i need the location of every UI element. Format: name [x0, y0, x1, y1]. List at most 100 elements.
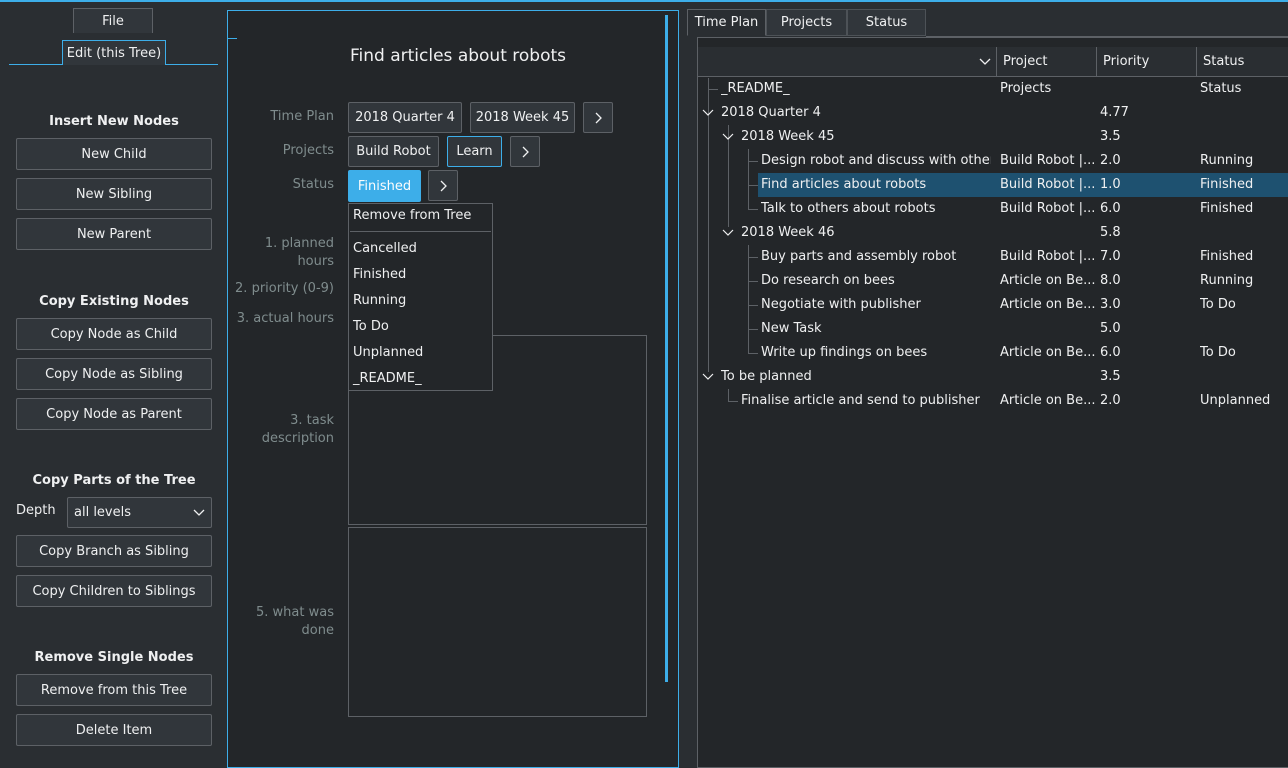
popup-item-unplanned[interactable]: Unplanned	[353, 345, 423, 360]
file-menu-tab[interactable]: File	[73, 8, 153, 33]
row-status: Finished	[1200, 201, 1254, 216]
tab-projects[interactable]: Projects	[766, 9, 847, 36]
chevron-right-icon	[595, 112, 602, 123]
row-priority: 2.0	[1100, 393, 1121, 408]
edit-tree-tab[interactable]: Edit (this Tree)	[62, 40, 166, 65]
tab-underline-right	[166, 64, 218, 65]
row-project: Build Robot |...	[1000, 249, 1095, 264]
tab-status[interactable]: Status	[847, 9, 926, 36]
remove-from-tree-button[interactable]: Remove from this Tree	[16, 674, 212, 706]
column-header-name[interactable]	[698, 47, 997, 77]
copy-children-to-siblings-button[interactable]: Copy Children to Siblings	[16, 575, 212, 607]
copy-parts-heading: Copy Parts of the Tree	[32, 473, 196, 488]
chevron-right-icon	[440, 180, 447, 191]
row-priority: 3.0	[1100, 297, 1121, 312]
row-project: Article on Be...	[1000, 345, 1095, 360]
chevron-down-icon[interactable]	[722, 227, 734, 239]
file-tab-label: File	[102, 13, 124, 29]
new-sibling-button[interactable]: New Sibling	[16, 178, 212, 210]
editor-scrollbar[interactable]	[665, 15, 668, 682]
tab-time-plan[interactable]: Time Plan	[687, 9, 766, 36]
tree-row[interactable]: _README_ Projects Status	[698, 77, 1288, 101]
project-chip-build-robot[interactable]: Build Robot	[348, 136, 439, 167]
tree-row[interactable]: 2018 Quarter 4 4.77	[698, 101, 1288, 125]
time-plan-chip-week[interactable]: 2018 Week 45	[470, 102, 575, 133]
tree-row-selected[interactable]: Find articles about robots Build Robot |…	[698, 173, 1288, 197]
copy-node-as-sibling-button[interactable]: Copy Node as Sibling	[16, 358, 212, 390]
time-plan-label: Time Plan	[270, 109, 334, 124]
popup-remove-from-tree[interactable]: Remove from Tree	[353, 208, 471, 223]
tree-row[interactable]: Do research on bees Article on Be... 8.0…	[698, 269, 1288, 293]
row-project: Article on Be...	[1000, 297, 1095, 312]
tree-row[interactable]: Write up findings on bees Article on Be.…	[698, 341, 1288, 365]
depth-select[interactable]: all levels	[67, 497, 212, 528]
projects-add-button[interactable]	[510, 136, 540, 167]
column-header-priority[interactable]: Priority	[1097, 47, 1197, 77]
time-plan-add-button[interactable]	[583, 102, 613, 133]
tree-row[interactable]: Negotiate with publisher Article on Be..…	[698, 293, 1288, 317]
popup-item-running[interactable]: Running	[353, 293, 406, 308]
column-header-status[interactable]: Status	[1197, 47, 1288, 77]
row-name: _README_	[721, 81, 790, 96]
what-was-done-label: 5. what was done	[256, 605, 334, 638]
new-parent-button[interactable]: New Parent	[16, 218, 212, 250]
column-header-project[interactable]: Project	[997, 47, 1097, 77]
tree-row[interactable]: 2018 Week 45 3.5	[698, 125, 1288, 149]
row-priority: 2.0	[1100, 153, 1121, 168]
chevron-down-icon	[193, 509, 205, 516]
row-project: Article on Be...	[1000, 273, 1095, 288]
row-status: To Do	[1200, 297, 1236, 312]
status-chip-finished[interactable]: Finished	[348, 170, 421, 202]
delete-item-button[interactable]: Delete Item	[16, 714, 212, 746]
popup-item-readme[interactable]: _README_	[353, 371, 422, 386]
tree-row[interactable]: Design robot and discuss with others Bui…	[698, 149, 1288, 173]
copy-branch-as-sibling-button[interactable]: Copy Branch as Sibling	[16, 535, 212, 567]
status-popup-menu: Remove from Tree Cancelled Finished Runn…	[348, 203, 493, 391]
row-status: Status	[1200, 81, 1242, 96]
planned-hours-label: 1. planned hours	[264, 236, 334, 269]
row-name: Find articles about robots	[761, 177, 927, 192]
status-add-button[interactable]	[428, 170, 458, 201]
row-priority: 3.5	[1100, 129, 1121, 144]
tree-row[interactable]: New Task 5.0	[698, 317, 1288, 341]
chevron-down-icon[interactable]	[702, 371, 714, 383]
time-plan-chip-quarter[interactable]: 2018 Quarter 4	[348, 102, 462, 133]
new-child-button[interactable]: New Child	[16, 138, 212, 170]
row-name: Design robot and discuss with others	[761, 153, 991, 168]
tree-row[interactable]: Buy parts and assembly robot Build Robot…	[698, 245, 1288, 269]
node-title: Find articles about robots	[350, 46, 567, 66]
popup-item-cancelled[interactable]: Cancelled	[353, 241, 417, 256]
tab-underline-left	[9, 64, 62, 65]
edit-tab-label: Edit (this Tree)	[66, 45, 162, 61]
tree-row[interactable]: To be planned 3.5	[698, 365, 1288, 389]
row-priority: 8.0	[1100, 273, 1121, 288]
row-status: To Do	[1200, 345, 1236, 360]
row-priority: 5.0	[1100, 321, 1121, 336]
row-name: Talk to others about robots	[761, 201, 936, 216]
popup-item-finished[interactable]: Finished	[353, 267, 406, 282]
row-priority: 6.0	[1100, 345, 1121, 360]
row-name: Negotiate with publisher	[761, 297, 921, 312]
tree-row[interactable]: 2018 Week 46 5.8	[698, 221, 1288, 245]
depth-label: Depth	[16, 503, 56, 518]
project-chip-learn[interactable]: Learn	[447, 136, 502, 167]
row-status: Unplanned	[1200, 393, 1271, 408]
editor-accent-mark	[228, 38, 237, 39]
row-priority: 4.77	[1100, 105, 1129, 120]
what-was-done-field[interactable]	[348, 527, 647, 717]
row-status: Finished	[1200, 177, 1254, 192]
row-status: Running	[1200, 273, 1254, 288]
row-status: Running	[1200, 153, 1254, 168]
tree-row[interactable]: Talk to others about robots Build Robot …	[698, 197, 1288, 221]
row-name: 2018 Week 45	[741, 129, 835, 144]
row-project: Build Robot |...	[1000, 177, 1095, 192]
tree-row[interactable]: Finalise article and send to publisher A…	[698, 389, 1288, 413]
row-name: 2018 Quarter 4	[721, 105, 821, 120]
copy-node-as-parent-button[interactable]: Copy Node as Parent	[16, 398, 212, 430]
priority-label: 2. priority (0-9)	[235, 281, 334, 296]
row-name: To be planned	[721, 369, 812, 384]
popup-item-todo[interactable]: To Do	[353, 319, 389, 334]
chevron-down-icon[interactable]	[702, 107, 714, 119]
chevron-down-icon[interactable]	[722, 131, 734, 143]
copy-node-as-child-button[interactable]: Copy Node as Child	[16, 318, 212, 350]
